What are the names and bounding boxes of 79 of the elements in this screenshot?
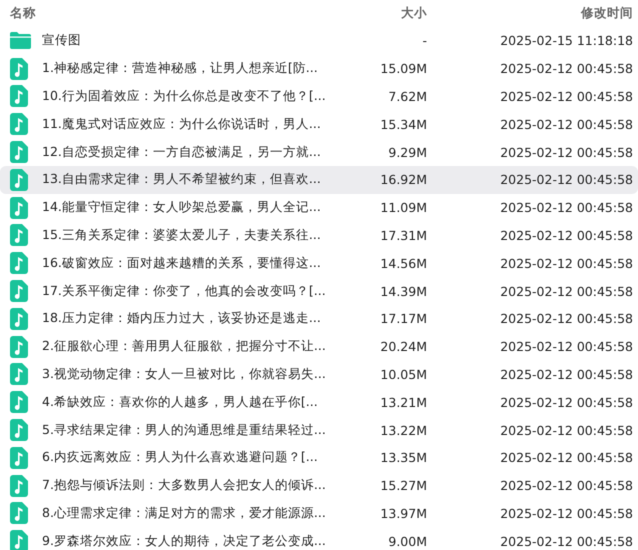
- file-size: 9.29M: [387, 144, 427, 160]
- modified-time: 2025-02-12 00:45:58: [499, 116, 633, 132]
- file-name[interactable]: 5.寻求结果定律：男人的沟通思维是重结果轻过...: [40, 422, 339, 439]
- music-file-icon: [10, 252, 28, 274]
- modified-time: 2025-02-12 00:45:58: [499, 311, 633, 326]
- music-file-icon: [10, 391, 28, 414]
- modified-time: 2025-02-12 00:45:58: [499, 200, 633, 216]
- music-file-icon: [10, 113, 28, 136]
- file-name[interactable]: 7.抱怨与倾诉法则：大多数男人会把女人的倾诉...: [40, 477, 339, 494]
- file-name[interactable]: 17.关系平衡定律：你变了，他真的会改变吗？[...: [40, 282, 339, 300]
- file-name[interactable]: 宣传图: [40, 32, 339, 50]
- file-row[interactable]: 13.自由需求定律：男人不希望被约束，但喜欢... 16.92M 2025-02-12 00:45:58: [0, 166, 638, 194]
- folder-icon: [10, 32, 31, 50]
- modified-time: 2025-02-12 00:45:58: [499, 172, 633, 188]
- file-name[interactable]: 1.神秘感定律：营造神秘感，让男人想亲近[防...: [40, 60, 339, 78]
- music-file-icon: [10, 308, 28, 330]
- file-size: 16.92M: [379, 172, 427, 188]
- file-size: 15.34M: [379, 116, 427, 132]
- file-name[interactable]: 4.希缺效应：喜欢你的人越多，男人越在乎你[...: [40, 394, 339, 411]
- file-name[interactable]: 10.行为固着效应：为什么你总是改变不了他？[...: [40, 88, 339, 105]
- file-size: 9.00M: [387, 534, 427, 549]
- modified-time: 2025-02-12 00:45:58: [499, 284, 633, 299]
- file-name[interactable]: 2.征服欲心理：善用男人征服欲，把握分寸不让...: [40, 338, 339, 356]
- file-size: 15.27M: [379, 478, 427, 494]
- music-file-icon: [10, 85, 28, 108]
- music-file-icon: [10, 363, 28, 386]
- file-name[interactable]: 14.能量守恒定律：女人吵架总爱赢，男人全记...: [40, 199, 339, 216]
- modified-time: 2025-02-12 00:45:58: [499, 256, 633, 271]
- modified-time: 2025-02-12 00:45:58: [499, 534, 633, 549]
- file-size: 17.17M: [379, 311, 427, 326]
- column-header[interactable]: 名称: [10, 5, 339, 22]
- file-name[interactable]: 9.罗森塔尔效应：女人的期待，决定了老公变成...: [40, 532, 339, 550]
- file-size: 15.09M: [379, 61, 427, 76]
- modified-time: 2025-02-12 00:45:58: [499, 422, 633, 438]
- modified-time: 2025-02-12 00:45:58: [499, 228, 633, 243]
- file-size: 13.97M: [379, 506, 427, 521]
- file-name[interactable]: 15.三角关系定律：婆婆太爱儿子，夫妻关系往...: [40, 226, 339, 244]
- file-name[interactable]: 12.自恋受损定律：一方自恋被满足，另一方就...: [40, 144, 339, 161]
- file-size: 14.56M: [379, 256, 427, 271]
- music-file-icon: [10, 419, 28, 442]
- music-file-icon: [10, 58, 28, 80]
- file-size: 10.05M: [379, 366, 427, 382]
- modified-time: 2025-02-12 00:45:58: [499, 366, 633, 382]
- file-name[interactable]: 3.视觉动物定律：女人一旦被对比，你就容易失...: [40, 366, 339, 383]
- modified-time: 2025-02-12 00:45:58: [499, 394, 633, 410]
- file-name[interactable]: 6.内疚远离效应：男人为什么喜欢逃避问题？[...: [40, 449, 339, 466]
- file-size: 13.35M: [379, 450, 427, 466]
- file-size: -: [421, 33, 427, 48]
- music-file-icon: [10, 474, 28, 497]
- music-file-icon: [10, 336, 28, 358]
- file-size: 13.21M: [379, 394, 427, 410]
- music-file-icon: [10, 224, 28, 246]
- modified-time: 2025-02-12 00:45:58: [499, 506, 633, 521]
- music-file-icon: [10, 446, 28, 469]
- file-size: 7.62M: [387, 88, 427, 104]
- file-size: 14.39M: [379, 284, 427, 299]
- modified-time: 2025-02-12 00:45:58: [499, 478, 633, 494]
- file-size: 17.31M: [379, 228, 427, 243]
- file-name[interactable]: 18.压力定律：婚内压力过大，该妥协还是逃走...: [40, 310, 339, 328]
- modified-time: 2025-02-12 00:45:58: [499, 88, 633, 104]
- file-name[interactable]: 8.心理需求定律：满足对方的需求，爱才能源源...: [40, 504, 339, 522]
- file-name[interactable]: 16.破窗效应：面对越来越糟的关系，要懂得这...: [40, 254, 339, 272]
- modified-time: 2025-02-12 00:45:58: [499, 144, 633, 160]
- music-file-icon: [10, 280, 28, 302]
- music-file-icon: [10, 141, 28, 164]
- music-file-icon: [10, 502, 28, 524]
- file-size: 20.24M: [379, 339, 427, 354]
- file-name[interactable]: 13.自由需求定律：男人不希望被约束，但喜欢...: [40, 171, 339, 188]
- modified-time: 2025-02-12 00:45:58: [499, 339, 633, 354]
- modified-time: 2025-02-12 00:45:58: [499, 61, 633, 76]
- music-file-icon: [10, 168, 28, 191]
- file-name[interactable]: 11.魔鬼式对话应效应：为什么你说话时，男人...: [40, 116, 339, 133]
- column-header[interactable]: 修改时间: [427, 5, 633, 22]
- file-size: 13.22M: [379, 422, 427, 438]
- file-size: 11.09M: [379, 200, 427, 216]
- column-header[interactable]: 大小: [339, 5, 427, 22]
- modified-time: 2025-02-15 11:18:18: [499, 33, 633, 48]
- modified-time: 2025-02-12 00:45:58: [499, 450, 633, 466]
- music-file-icon: [10, 196, 28, 219]
